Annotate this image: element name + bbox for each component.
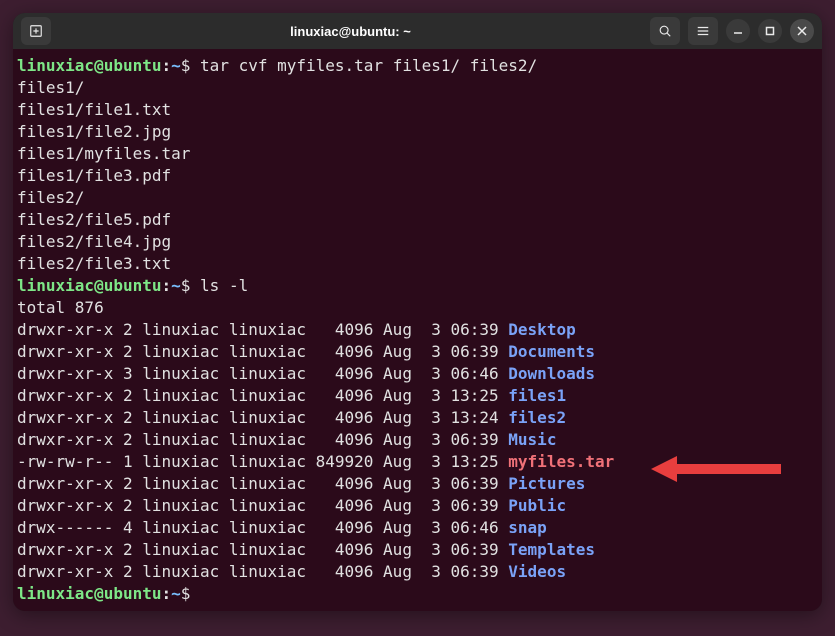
terminal-line: linuxiac@ubuntu:~$ — [17, 583, 818, 605]
terminal-line: drwx------ 4 linuxiac linuxiac 4096 Aug … — [17, 517, 818, 539]
terminal-line: drwxr-xr-x 2 linuxiac linuxiac 4096 Aug … — [17, 495, 818, 517]
window-title: linuxiac@ubuntu: ~ — [57, 24, 644, 39]
menu-button[interactable] — [688, 17, 718, 45]
terminal-line: drwxr-xr-x 2 linuxiac linuxiac 4096 Aug … — [17, 385, 818, 407]
terminal-window: linuxiac@ubuntu: ~ linuxiac@ubuntu:~$ ta… — [13, 13, 822, 611]
terminal-line: drwxr-xr-x 2 linuxiac linuxiac 4096 Aug … — [17, 561, 818, 583]
terminal-line: drwxr-xr-x 2 linuxiac linuxiac 4096 Aug … — [17, 407, 818, 429]
terminal-line: drwxr-xr-x 3 linuxiac linuxiac 4096 Aug … — [17, 363, 818, 385]
terminal-line: files2/file3.txt — [17, 253, 818, 275]
terminal-line: drwxr-xr-x 2 linuxiac linuxiac 4096 Aug … — [17, 341, 818, 363]
hamburger-icon — [696, 24, 710, 38]
minimize-icon — [733, 26, 743, 36]
terminal-line: drwxr-xr-x 2 linuxiac linuxiac 4096 Aug … — [17, 429, 818, 451]
terminal-line: drwxr-xr-x 2 linuxiac linuxiac 4096 Aug … — [17, 319, 818, 341]
terminal-line: linuxiac@ubuntu:~$ tar cvf myfiles.tar f… — [17, 55, 818, 77]
terminal-line: files1/file1.txt — [17, 99, 818, 121]
search-icon — [658, 24, 672, 38]
titlebar: linuxiac@ubuntu: ~ — [13, 13, 822, 49]
terminal-line: files2/file4.jpg — [17, 231, 818, 253]
highlight-arrow — [651, 456, 781, 482]
terminal-line: files1/myfiles.tar — [17, 143, 818, 165]
terminal-line: files1/file3.pdf — [17, 165, 818, 187]
terminal-line: total 876 — [17, 297, 818, 319]
maximize-icon — [765, 26, 775, 36]
new-tab-icon — [29, 24, 43, 38]
close-icon — [797, 26, 807, 36]
terminal-content[interactable]: linuxiac@ubuntu:~$ tar cvf myfiles.tar f… — [13, 49, 822, 611]
minimize-button[interactable] — [726, 19, 750, 43]
close-button[interactable] — [790, 19, 814, 43]
terminal-line: files2/file5.pdf — [17, 209, 818, 231]
terminal-line: files1/ — [17, 77, 818, 99]
terminal-line: files1/file2.jpg — [17, 121, 818, 143]
new-tab-button[interactable] — [21, 17, 51, 45]
terminal-line: linuxiac@ubuntu:~$ ls -l — [17, 275, 818, 297]
terminal-line: drwxr-xr-x 2 linuxiac linuxiac 4096 Aug … — [17, 539, 818, 561]
terminal-line: files2/ — [17, 187, 818, 209]
maximize-button[interactable] — [758, 19, 782, 43]
search-button[interactable] — [650, 17, 680, 45]
